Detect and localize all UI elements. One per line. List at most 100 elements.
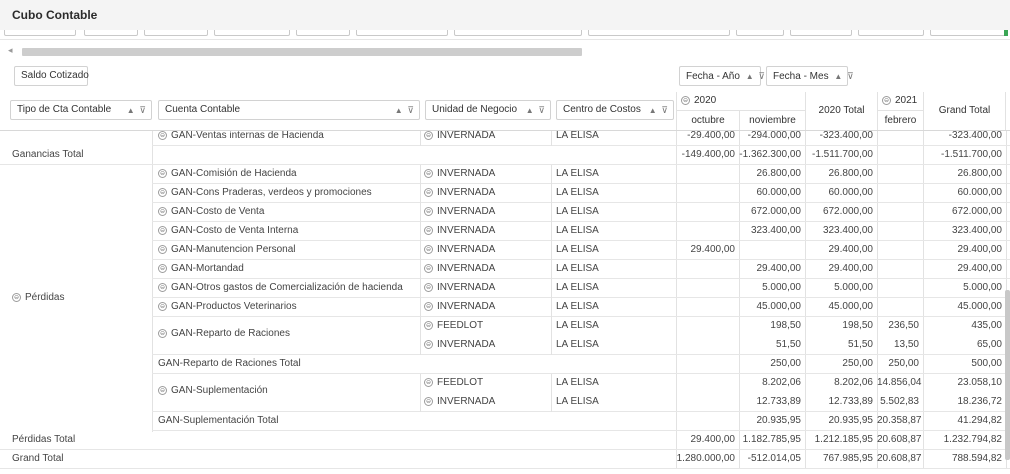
filter-icon[interactable]: ⊽: [407, 105, 414, 115]
collapse-icon[interactable]: ⊖: [158, 225, 167, 235]
filter-field[interactable]: [144, 30, 208, 36]
unit-cell[interactable]: ⊖ INVERNADA: [424, 165, 548, 184]
unit-cell[interactable]: ⊖ INVERNADA: [424, 131, 548, 146]
filter-field[interactable]: [84, 30, 138, 36]
collapse-icon[interactable]: ⊖: [424, 263, 433, 273]
filter-icon[interactable]: ⊽: [139, 105, 146, 115]
unit-cell[interactable]: ⊖ INVERNADA: [424, 279, 548, 298]
collapse-icon[interactable]: ⊖: [424, 301, 433, 311]
value-cell: [877, 165, 923, 184]
center-cell: LA ELISA: [556, 339, 599, 350]
filter-icon[interactable]: ⊽: [758, 71, 765, 81]
column-field-chip-year[interactable]: Fecha - Año ▲ ⊽: [679, 66, 765, 86]
filter-field[interactable]: [214, 30, 290, 36]
collapse-icon[interactable]: ⊖: [158, 301, 167, 311]
account-cell[interactable]: ⊖ GAN-Mortandad: [158, 260, 418, 279]
filter-field[interactable]: [790, 30, 852, 36]
collapse-icon[interactable]: ⊖: [424, 377, 433, 387]
unit-cell[interactable]: ⊖ INVERNADA: [424, 184, 548, 203]
year-2020-header[interactable]: ⊖ 2020: [676, 92, 805, 110]
collapse-icon[interactable]: ⊖: [158, 187, 167, 197]
collapse-icon[interactable]: ⊖: [424, 396, 433, 406]
subtotal-label: GAN-Reparto de Raciones Total: [158, 358, 301, 369]
unit-cell[interactable]: ⊖ INVERNADA: [424, 336, 548, 355]
collapse-icon[interactable]: ⊖: [681, 95, 690, 105]
filter-icon[interactable]: ⊽: [847, 71, 854, 81]
filter-field[interactable]: [858, 30, 924, 36]
sort-asc-icon[interactable]: ▲: [834, 72, 842, 81]
horizontal-scrollbar[interactable]: ◂: [8, 45, 1002, 57]
unit-cell[interactable]: ⊖ INVERNADA: [424, 393, 548, 412]
year-2021-header[interactable]: ⊖ 2021: [877, 92, 923, 110]
collapse-icon[interactable]: ⊖: [12, 292, 21, 302]
column-divider: [420, 222, 421, 241]
collapse-icon[interactable]: ⊖: [424, 187, 433, 197]
filter-field[interactable]: [296, 30, 350, 36]
unit-cell[interactable]: ⊖ FEEDLOT: [424, 317, 548, 336]
sort-asc-icon[interactable]: ▲: [526, 106, 534, 115]
table-row: ⊖ GAN-Otros gastos de Comercialización de…: [152, 279, 1010, 298]
unit-cell[interactable]: ⊖ FEEDLOT: [424, 374, 548, 393]
sort-asc-icon[interactable]: ▲: [649, 106, 657, 115]
pivot-header: Tipo de Cta Contable ▲ ⊽ Cuenta Contable…: [0, 90, 1010, 130]
row-field-chip-unidad[interactable]: Unidad de Negocio ▲ ⊽: [425, 100, 551, 120]
row-field-chip-cuenta[interactable]: Cuenta Contable ▲ ⊽: [158, 100, 420, 120]
center-cell: LA ELISA: [556, 320, 599, 331]
column-divider: [420, 279, 421, 298]
filter-field[interactable]: [4, 30, 76, 36]
scrollbar-thumb[interactable]: [22, 48, 582, 56]
perdidas-group-label[interactable]: ⊖ Pérdidas: [12, 291, 64, 305]
center-cell: LA ELISA: [556, 263, 599, 274]
collapse-icon[interactable]: ⊖: [158, 263, 167, 273]
total-row: Grand Total 1.280.000,00 -512.014,05 767.98…: [0, 450, 1010, 469]
account-cell[interactable]: ⊖ GAN-Costo de Venta Interna: [158, 222, 418, 241]
collapse-icon[interactable]: ⊖: [424, 225, 433, 235]
filter-field[interactable]: [736, 30, 784, 36]
sort-asc-icon[interactable]: ▲: [127, 106, 135, 115]
value-cell: [877, 260, 923, 279]
account-label: GAN-Costo de Venta: [171, 206, 265, 217]
row-field-chip-tipo[interactable]: Tipo de Cta Contable ▲ ⊽: [10, 100, 152, 120]
data-field-chip[interactable]: Saldo Cotizado: [14, 66, 89, 86]
account-cell[interactable]: ⊖ GAN-Cons Praderas, verdeos y promocione…: [158, 184, 418, 203]
filter-icon[interactable]: ⊽: [661, 105, 668, 115]
collapse-icon[interactable]: ⊖: [158, 168, 167, 178]
collapse-icon[interactable]: ⊖: [158, 206, 167, 216]
account-cell[interactable]: ⊖ GAN-Manutencion Personal: [158, 241, 418, 260]
collapse-icon[interactable]: ⊖: [424, 320, 433, 330]
unit-cell[interactable]: ⊖ INVERNADA: [424, 298, 548, 317]
filter-field[interactable]: [930, 30, 1006, 36]
collapse-icon[interactable]: ⊖: [158, 131, 167, 140]
collapse-icon[interactable]: ⊖: [424, 282, 433, 292]
row-field-chip-centro[interactable]: Centro de Costos ▲ ⊽: [556, 100, 674, 120]
account-cell[interactable]: ⊖ GAN-Costo de Venta: [158, 203, 418, 222]
sort-asc-icon[interactable]: ▲: [746, 72, 754, 81]
filter-field[interactable]: [356, 30, 448, 36]
filter-field[interactable]: [454, 30, 582, 36]
collapse-icon[interactable]: ⊖: [882, 95, 891, 105]
unit-cell[interactable]: ⊖ INVERNADA: [424, 222, 548, 241]
collapse-icon[interactable]: ⊖: [158, 244, 167, 254]
unit-cell[interactable]: ⊖ INVERNADA: [424, 203, 548, 222]
collapse-icon[interactable]: ⊖: [424, 168, 433, 178]
collapse-icon[interactable]: ⊖: [424, 244, 433, 254]
value-cell: 60.000,00: [957, 187, 1003, 198]
center-cell: LA ELISA: [556, 377, 599, 388]
unit-cell[interactable]: ⊖ INVERNADA: [424, 241, 548, 260]
account-cell[interactable]: ⊖ GAN-Otros gastos de Comercialización de…: [158, 279, 418, 298]
account-cell[interactable]: ⊖ GAN-Comisión de Hacienda: [158, 165, 418, 184]
scroll-left-icon[interactable]: ◂: [8, 45, 13, 56]
collapse-icon[interactable]: ⊖: [424, 206, 433, 216]
vertical-scrollbar[interactable]: [1005, 290, 1010, 460]
value-cell: 323.400,00: [822, 225, 873, 236]
collapse-icon[interactable]: ⊖: [158, 282, 167, 292]
column-field-chip-month[interactable]: Fecha - Mes ▲ ⊽: [766, 66, 854, 86]
unit-cell[interactable]: ⊖ INVERNADA: [424, 260, 548, 279]
sort-asc-icon[interactable]: ▲: [395, 106, 403, 115]
account-cell[interactable]: ⊖ GAN-Ventas internas de Hacienda: [158, 131, 418, 146]
account-cell[interactable]: ⊖ GAN-Productos Veterinarios: [158, 298, 418, 317]
collapse-icon[interactable]: ⊖: [424, 131, 433, 140]
collapse-icon[interactable]: ⊖: [424, 339, 433, 349]
filter-icon[interactable]: ⊽: [538, 105, 545, 115]
filter-field[interactable]: [588, 30, 730, 36]
